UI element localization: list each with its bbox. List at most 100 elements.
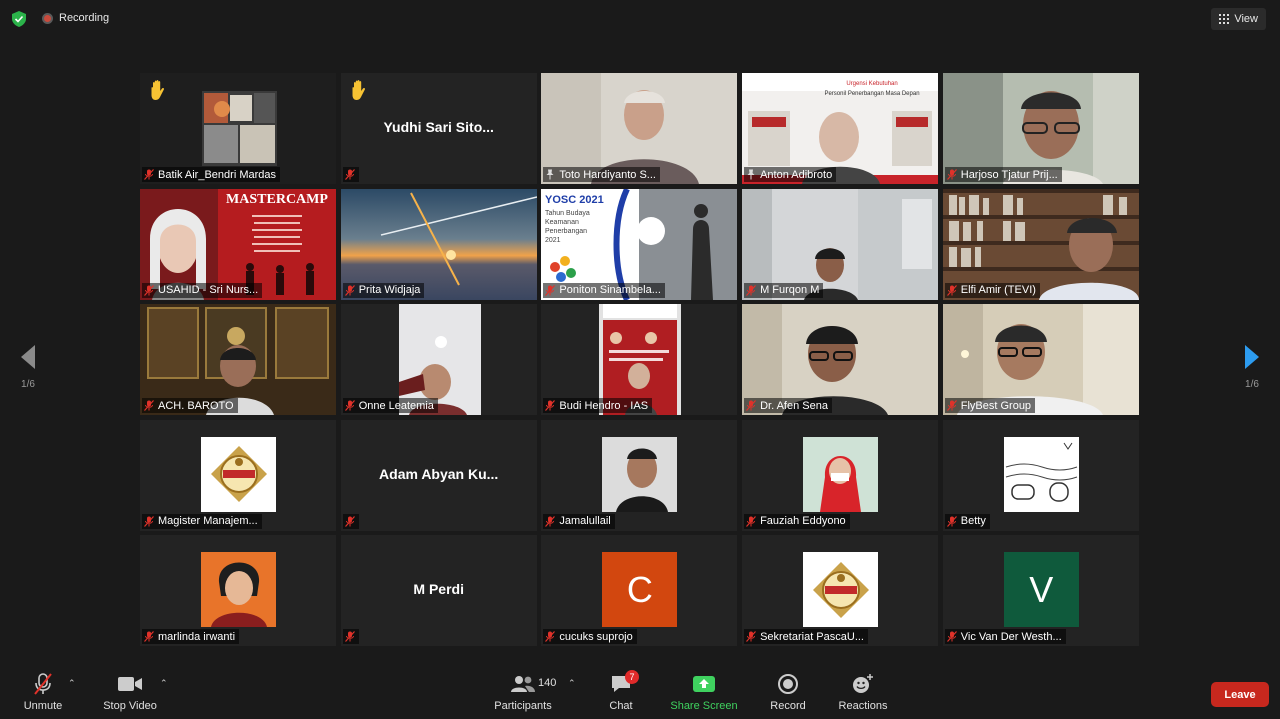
portrait-image bbox=[201, 552, 276, 627]
emblem-icon bbox=[210, 446, 267, 502]
pin-icon bbox=[546, 169, 554, 180]
participant-tile[interactable]: Harjoso Tjatur Prij... bbox=[942, 73, 1139, 184]
participant-tile[interactable]: Sekretariat PascaU... bbox=[742, 535, 939, 646]
leave-button[interactable]: Leave bbox=[1211, 682, 1269, 707]
recording-label: Recording bbox=[59, 12, 110, 24]
profile-photo bbox=[201, 552, 276, 627]
participant-name-label bbox=[342, 167, 359, 182]
participant-tile[interactable]: Yudhi Sari Sito... bbox=[340, 73, 537, 184]
participant-tile[interactable]: Betty bbox=[942, 419, 1139, 531]
participant-tile[interactable]: ACH. BAROTO bbox=[140, 304, 336, 415]
svg-text:Urgensi Kebutuhan: Urgensi Kebutuhan bbox=[846, 81, 897, 87]
participant-name-label: Toto Hardiyanto S... bbox=[543, 167, 660, 182]
mic-muted-icon bbox=[946, 400, 957, 411]
participant-name: Harjoso Tjatur Prij... bbox=[960, 168, 1058, 181]
participant-tile[interactable]: FlyBest Group bbox=[942, 304, 1139, 415]
participant-name: Dr. Afen Sena bbox=[760, 399, 828, 412]
participant-name: Anton Adibroto bbox=[760, 168, 833, 181]
participant-tile[interactable]: Elfi Amir (TEVI) bbox=[942, 188, 1139, 300]
portrait-image bbox=[803, 436, 879, 512]
participant-tile[interactable]: Jamalullail bbox=[541, 419, 738, 531]
mic-muted-icon bbox=[344, 631, 355, 642]
participant-tile[interactable]: Dr. Afen Sena bbox=[742, 304, 939, 415]
grid-view-icon bbox=[1219, 14, 1230, 24]
participant-name-label: Poniton Sinambela... bbox=[543, 282, 665, 298]
shield-icon[interactable] bbox=[12, 11, 26, 27]
pin-icon bbox=[747, 169, 755, 180]
previous-page-button[interactable]: 1/6 bbox=[8, 345, 48, 390]
participant-tile[interactable]: M Perdi bbox=[340, 535, 537, 646]
initial-avatar: V bbox=[1003, 552, 1079, 627]
participant-tile[interactable]: MASTERCAMP USAHID - Sri Nurs... bbox=[140, 188, 336, 300]
svg-text:Tahun Budaya: Tahun Budaya bbox=[545, 210, 590, 217]
portrait-image bbox=[602, 436, 678, 512]
audio-options-caret-icon[interactable]: ⌃ bbox=[68, 678, 76, 689]
participant-tile[interactable]: M Furqon M bbox=[742, 188, 939, 300]
participants-icon bbox=[511, 676, 535, 692]
participant-name-label: Dr. Afen Sena bbox=[744, 398, 832, 413]
reactions-label: Reactions bbox=[838, 700, 888, 712]
sketch-image bbox=[1003, 436, 1079, 512]
video-gallery: Batik Air_Bendri Mardas Yudhi Sari Sito..… bbox=[140, 73, 1139, 646]
record-button[interactable]: Record bbox=[766, 672, 810, 712]
participant-tile[interactable]: Batik Air_Bendri Mardas bbox=[140, 73, 336, 184]
participant-display-name: Yudhi Sari Sito... bbox=[383, 119, 494, 135]
participant-name-label: M Furqon M bbox=[744, 282, 824, 298]
participant-tile[interactable]: V Vic Van Der Westh... bbox=[942, 535, 1139, 646]
unmute-button[interactable]: Unmute bbox=[18, 672, 68, 712]
mic-muted-icon bbox=[746, 284, 757, 296]
participant-name: marlinda irwanti bbox=[158, 630, 236, 643]
participant-name: Vic Van Der Westh... bbox=[960, 630, 1062, 643]
view-button[interactable]: View bbox=[1211, 8, 1266, 30]
participant-tile[interactable]: Onne Leatemia bbox=[340, 304, 537, 415]
recording-indicator[interactable]: Recording bbox=[42, 12, 109, 24]
emblem-icon bbox=[812, 561, 869, 618]
participant-name-label: ACH. BAROTO bbox=[142, 398, 238, 413]
participant-name-label: FlyBest Group bbox=[944, 398, 1036, 413]
avatar-initial: C bbox=[626, 568, 653, 610]
participant-tile[interactable]: Ccucuks suprojo bbox=[541, 535, 738, 646]
participant-name: Batik Air_Bendri Mardas bbox=[158, 168, 276, 181]
participant-tile[interactable]: Budi Hendro - IAS bbox=[541, 304, 738, 415]
participant-tile[interactable]: marlinda irwanti bbox=[140, 535, 336, 646]
meeting-top-bar: Recording View bbox=[0, 0, 1280, 38]
chevron-left-icon bbox=[21, 345, 35, 369]
participant-name: Toto Hardiyanto S... bbox=[559, 168, 656, 181]
participant-name: Budi Hendro - IAS bbox=[559, 399, 649, 412]
participants-options-caret-icon[interactable]: ⌃ bbox=[568, 678, 576, 689]
participant-name: M Furqon M bbox=[760, 284, 820, 296]
svg-text:MASTERCAMP: MASTERCAMP bbox=[226, 192, 328, 207]
reactions-button[interactable]: Reactions bbox=[836, 672, 890, 712]
participant-name-label: Batik Air_Bendri Mardas bbox=[142, 167, 280, 182]
recording-dot-icon bbox=[42, 12, 53, 24]
video-camera-icon bbox=[118, 677, 142, 691]
mic-muted-icon bbox=[344, 169, 355, 180]
participant-name: USAHID - Sri Nurs... bbox=[158, 284, 259, 296]
mic-muted-icon bbox=[946, 631, 957, 642]
participants-label: Participants bbox=[494, 700, 552, 712]
participant-name-label: Harjoso Tjatur Prij... bbox=[944, 167, 1062, 182]
participant-name-label: Fauziah Eddyono bbox=[744, 513, 850, 529]
participant-name-label: marlinda irwanti bbox=[142, 629, 240, 644]
view-label: View bbox=[1234, 13, 1258, 25]
participant-tile[interactable]: Prita Widjaja bbox=[340, 188, 537, 300]
participant-tile[interactable]: Magister Manajem... bbox=[140, 419, 336, 531]
profile-photo bbox=[1003, 436, 1079, 512]
mic-muted-icon bbox=[344, 515, 355, 527]
participant-tile[interactable]: Fauziah Eddyono bbox=[742, 419, 939, 531]
meeting-toolbar: Unmute ⌃ Stop Video ⌃ Participants 140 ⌃ bbox=[0, 660, 1280, 719]
participant-tile[interactable]: Toto Hardiyanto S... bbox=[541, 73, 738, 184]
svg-text:Penerbangan: Penerbangan bbox=[545, 228, 587, 235]
participant-name-label: Betty bbox=[944, 513, 990, 529]
mic-muted-icon bbox=[545, 400, 556, 411]
participant-display-name: M Perdi bbox=[413, 581, 464, 597]
mic-muted-icon bbox=[545, 631, 556, 642]
video-options-caret-icon[interactable]: ⌃ bbox=[160, 678, 168, 689]
next-page-button[interactable]: 1/6 bbox=[1232, 345, 1272, 390]
participant-tile[interactable]: Adam Abyan Ku... bbox=[340, 419, 537, 531]
share-screen-button[interactable]: Share Screen bbox=[668, 672, 740, 712]
mic-muted-icon bbox=[34, 673, 52, 695]
participant-tile[interactable]: YOSC 2021 Tahun Budaya Keamanan Penerbangan… bbox=[541, 188, 738, 300]
stop-video-button[interactable]: Stop Video bbox=[100, 672, 160, 712]
participant-tile[interactable]: Urgensi Kebutuhan Personil Penerbangan Ma… bbox=[742, 73, 939, 184]
